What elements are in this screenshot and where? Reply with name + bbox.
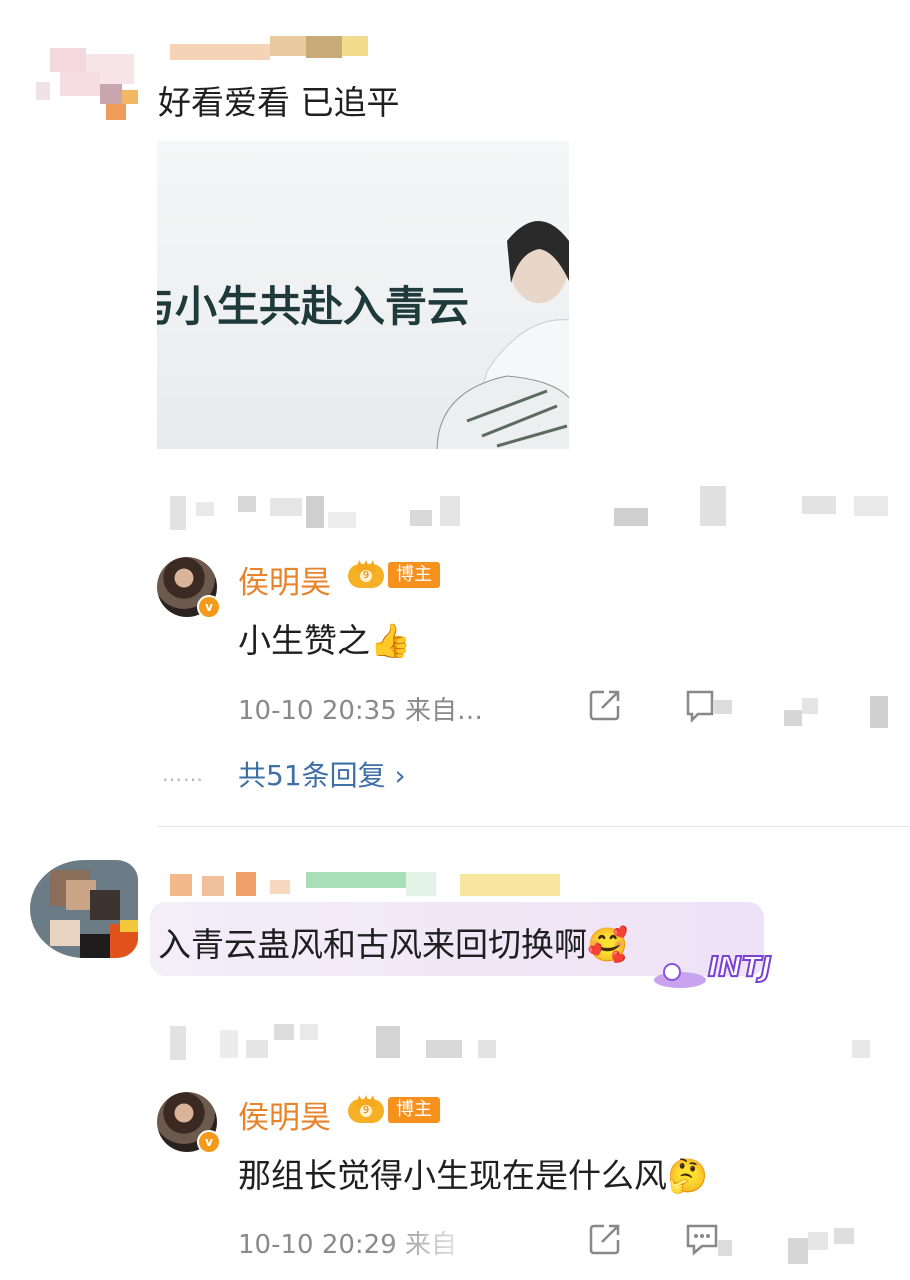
sticker-text: INTJ <box>707 949 772 984</box>
blogger-avatar[interactable]: v <box>157 1092 221 1154</box>
meta-fade-overlay <box>384 1220 544 1270</box>
comment-text: 好看爱看 已追平 <box>158 83 400 122</box>
like-icon[interactable] <box>784 1218 894 1266</box>
verified-icon: v <box>197 595 221 619</box>
view-replies-link[interactable]: 共51条回复 › <box>238 754 406 794</box>
more-dots: …… <box>162 762 204 786</box>
commenter-avatar[interactable] <box>30 42 140 122</box>
comment-icon[interactable] <box>684 688 734 724</box>
blogger-name[interactable]: 侯明昊 <box>238 1092 331 1137</box>
reply-meta: 10-10 20:35 来自… <box>238 696 484 726</box>
commenter-name-blurred[interactable] <box>170 34 370 60</box>
blogger-avatar[interactable]: v <box>157 557 221 619</box>
comment-divider <box>158 826 910 827</box>
comment-actions-blurred <box>170 1020 890 1062</box>
sticker-decoration-icon <box>654 963 706 988</box>
blogger-tag: 博主 <box>388 562 440 588</box>
blogger-name[interactable]: 侯明昊 <box>238 557 331 602</box>
share-icon[interactable] <box>588 688 622 722</box>
figure-illustration <box>436 221 569 449</box>
crown-icon: 9 <box>346 560 386 590</box>
reply-text: 小生赞之👍 <box>238 621 412 660</box>
comment-icon[interactable] <box>684 1222 734 1258</box>
comment-image[interactable]: 与小生共赴入青云 <box>157 141 569 449</box>
commenter-avatar[interactable] <box>30 860 138 958</box>
like-icon[interactable] <box>784 692 894 732</box>
intj-sticker: INTJ <box>650 944 780 992</box>
blogger-tag: 博主 <box>388 1097 440 1123</box>
comment-actions-blurred <box>170 486 890 530</box>
image-caption: 与小生共赴入青云 <box>157 282 470 331</box>
commenter-name-blurred[interactable] <box>170 868 570 896</box>
crown-icon: 9 <box>346 1095 386 1125</box>
comment-text: 入青云蛊风和古风来回切换啊🥰 <box>158 925 629 964</box>
reply-text: 那组长觉得小生现在是什么风🤔 <box>238 1156 709 1195</box>
share-icon[interactable] <box>588 1222 622 1256</box>
blogger-badge: 9 博主 <box>346 560 440 590</box>
verified-icon: v <box>197 1130 221 1154</box>
blogger-badge: 9 博主 <box>346 1095 440 1125</box>
